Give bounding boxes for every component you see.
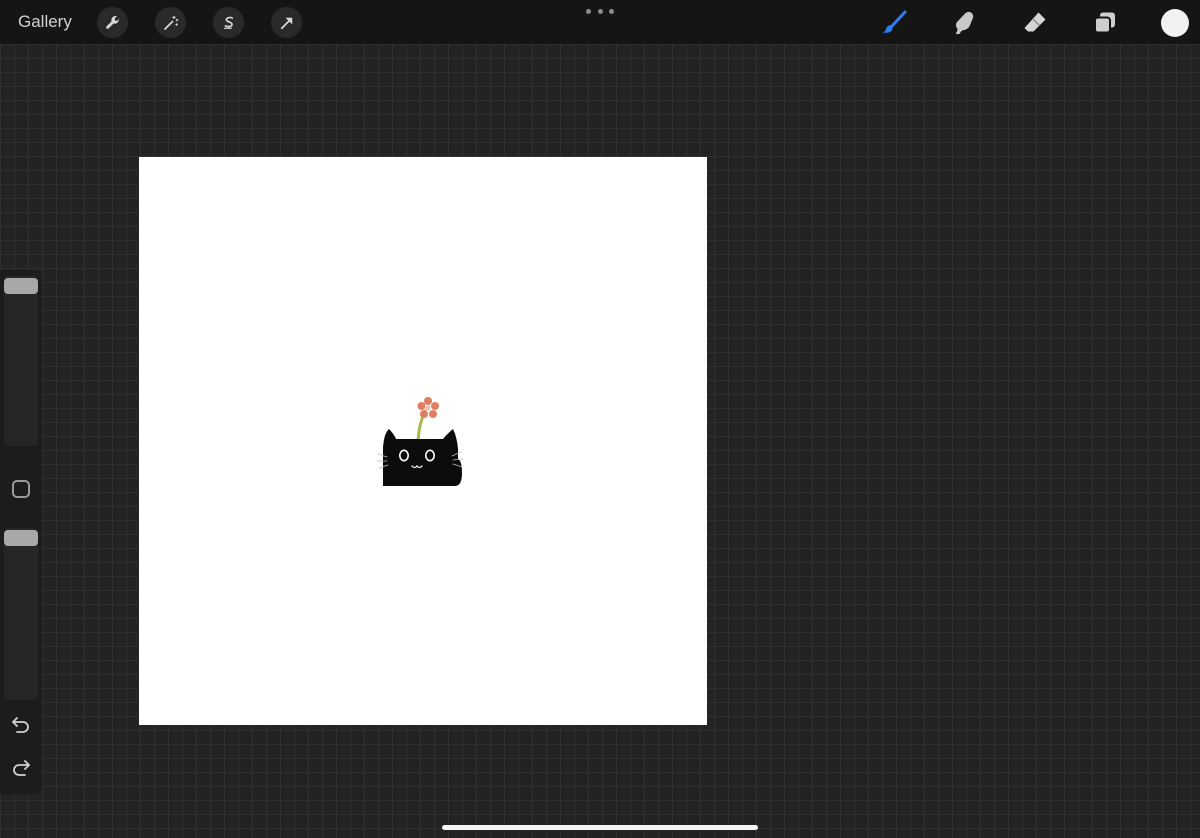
gallery-button[interactable]: Gallery [18, 12, 72, 32]
smudge-tool-button[interactable] [948, 7, 980, 39]
arrow-cursor-icon [280, 17, 292, 29]
more-menu-button[interactable] [586, 4, 614, 18]
brush-icon [882, 10, 907, 33]
eraser-tool-button[interactable] [1019, 7, 1051, 39]
adjustments-button[interactable] [155, 7, 186, 38]
wrench-icon [105, 15, 119, 29]
modify-button[interactable] [12, 480, 30, 498]
brush-size-slider[interactable] [4, 276, 38, 446]
undo-icon[interactable] [9, 713, 33, 737]
color-picker-button[interactable] [1161, 9, 1189, 37]
opacity-slider[interactable] [4, 528, 38, 700]
transform-button[interactable] [271, 7, 302, 38]
drawing-canvas[interactable] [139, 157, 707, 725]
opacity-thumb[interactable] [4, 530, 38, 546]
brush-size-thumb[interactable] [4, 278, 38, 294]
redo-icon[interactable] [9, 756, 33, 780]
layers-button[interactable] [1089, 7, 1121, 39]
magic-wand-icon [163, 15, 178, 30]
ellipsis-icon [586, 8, 591, 14]
black-cat-with-flower-drawing [376, 397, 464, 486]
eraser-icon [1024, 12, 1046, 32]
smudge-finger-icon [955, 11, 974, 34]
home-indicator[interactable] [442, 825, 758, 830]
selection-button[interactable] [213, 7, 244, 38]
layers-icon [1094, 12, 1115, 34]
selection-s-icon [223, 16, 233, 29]
top-toolbar: Gallery [0, 0, 1200, 44]
sidebar [0, 270, 42, 794]
brush-tool-button[interactable] [878, 7, 910, 39]
actions-button[interactable] [97, 7, 128, 38]
